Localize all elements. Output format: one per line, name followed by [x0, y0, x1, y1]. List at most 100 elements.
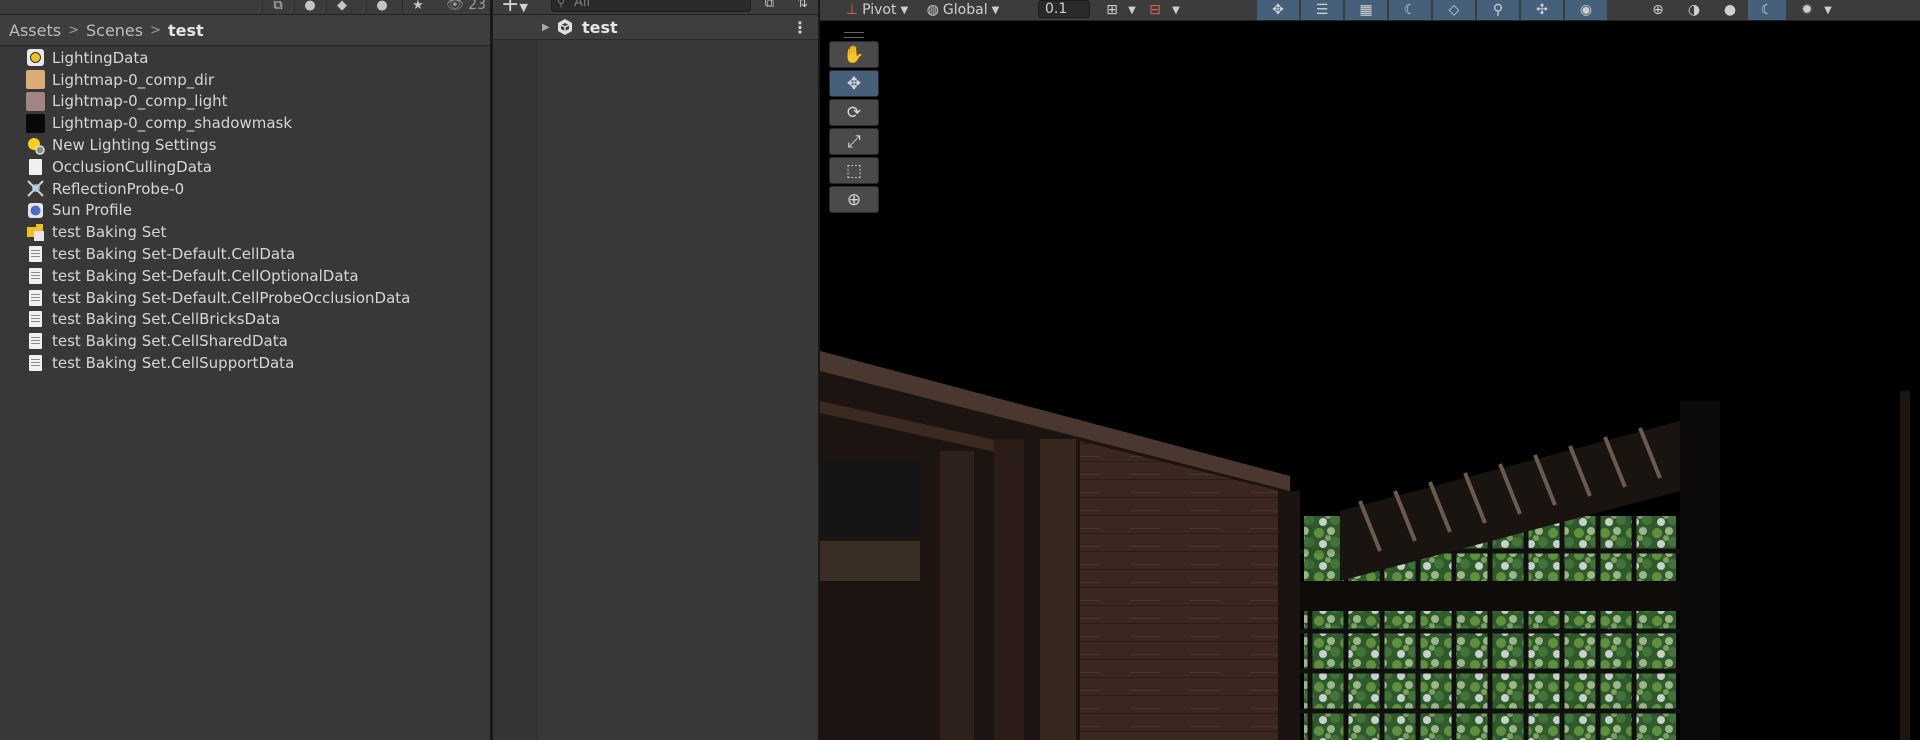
chevron-down-icon[interactable]: ▼ — [1820, 0, 1836, 20]
hierarchy-gutter — [493, 15, 537, 740]
layers-icon[interactable]: ◇ — [1433, 0, 1475, 20]
star-icon[interactable]: ★ — [402, 0, 433, 14]
scene-view: ⊥ Pivot ▼ ◍ Global ▼ 0.1 ⊞ ▼ ⊟ ▼ ✥ ☰ ▦ ☾… — [820, 0, 1920, 740]
move-tool-icon[interactable]: ✥ — [829, 70, 879, 97]
rect-tool-icon[interactable]: ⬚ — [829, 157, 879, 184]
chevron-down-icon: ▼ — [519, 1, 528, 14]
text-document-icon — [26, 332, 45, 351]
file-item[interactable]: test Baking Set.CellSupportData — [0, 352, 490, 374]
move-gizmo-icon[interactable]: ✥ — [1257, 0, 1299, 20]
hierarchy-search-input[interactable]: ⚲ All — [551, 0, 751, 12]
scene-row[interactable]: ▶ test ⋮ — [493, 15, 818, 40]
drag-handle[interactable] — [829, 29, 879, 41]
scene-viewport[interactable]: ✋ ✥ ⟳ ⤢ ⬚ ⊕ — [820, 21, 1920, 740]
transform-tool-icon[interactable]: ⊕ — [829, 186, 879, 213]
more-vertical-icon[interactable]: ⋮ — [792, 18, 808, 37]
chevron-down-icon[interactable]: ▼ — [1168, 0, 1184, 20]
scene-toolbar: ⊥ Pivot ▼ ◍ Global ▼ 0.1 ⊞ ▼ ⊟ ▼ ✥ ☰ ▦ ☾… — [820, 0, 1920, 21]
chevron-down-icon[interactable]: ▼ — [1124, 0, 1140, 20]
lock-icon[interactable]: ⧉ — [262, 0, 293, 14]
breadcrumb-assets[interactable]: Assets — [9, 21, 61, 40]
file-item[interactable]: New Lighting Settings — [0, 134, 490, 156]
file-item[interactable]: OcclusionCullingData — [0, 156, 490, 178]
crescent-icon[interactable]: ☾ — [1389, 0, 1431, 20]
project-toolbar: ⧉ ● ◆ ● ★ 👁 23 — [0, 0, 490, 15]
grid-visibility-icon[interactable]: ⊟ — [1142, 0, 1168, 20]
file-item[interactable]: test Baking Set.CellBricksData — [0, 309, 490, 331]
text-document-icon — [26, 245, 45, 264]
pivot-dropdown[interactable]: ⊥ Pivot ▼ — [842, 0, 912, 20]
file-item[interactable]: test Baking Set.CellSharedData — [0, 330, 490, 352]
file-item[interactable]: Lightmap-0_comp_light — [0, 91, 490, 113]
file-name: OcclusionCullingData — [52, 157, 212, 176]
search-icon[interactable]: ⚲ — [1477, 0, 1519, 20]
breadcrumb-scenes[interactable]: Scenes — [86, 21, 143, 40]
sun-profile-icon — [26, 201, 45, 220]
tag-icon[interactable]: ◆ — [326, 0, 357, 14]
space-label: Global — [942, 2, 988, 18]
file-item[interactable]: test Baking Set-Default.CellProbeOcclusi… — [0, 287, 490, 309]
file-item[interactable]: test Baking Set — [0, 221, 490, 243]
file-item[interactable]: test Baking Set-Default.CellOptionalData — [0, 265, 490, 287]
grid-snap-icon[interactable]: ⊞ — [1100, 0, 1124, 20]
rotate-tool-icon[interactable]: ⟳ — [829, 99, 879, 126]
shaded-wireframe-icon[interactable]: ◑ — [1676, 0, 1712, 20]
file-name: ReflectionProbe-0 — [52, 179, 185, 198]
unity-scene-icon — [558, 19, 572, 35]
text-document-icon — [26, 354, 45, 373]
pivot-label: Pivot — [862, 2, 897, 18]
scene-render — [820, 351, 1910, 740]
reflection-probe-icon — [26, 179, 45, 198]
package-icon[interactable]: ● — [294, 0, 325, 14]
triangle-right-icon[interactable]: ▶ — [542, 22, 550, 33]
hierarchy-toolbar: +▼ ⚲ All ⧉ ⇅ — [493, 0, 818, 17]
document-icon — [26, 157, 45, 176]
breadcrumb-test[interactable]: test — [168, 21, 204, 40]
file-name: Sun Profile — [52, 201, 132, 220]
file-item[interactable]: Lightmap-0_comp_dir — [0, 69, 490, 91]
info-icon[interactable]: ● — [366, 0, 397, 14]
file-item[interactable]: Sun Profile — [0, 200, 490, 222]
scene-name: test — [582, 17, 618, 37]
file-item[interactable]: Lightmap-0_comp_shadowmask — [0, 112, 490, 134]
hand-tool-icon[interactable]: ✋ — [829, 41, 879, 68]
nodes-icon[interactable]: ✣ — [1521, 0, 1563, 20]
text-document-icon — [26, 310, 45, 329]
project-panel: ⧉ ● ◆ ● ★ 👁 23 Assets > Scenes > test Li… — [0, 0, 493, 740]
shaded-sphere-icon[interactable]: ● — [1712, 0, 1748, 20]
snap-increment-input[interactable]: 0.1 — [1038, 0, 1090, 18]
globe-icon: ◍ — [926, 2, 939, 18]
sliders-icon[interactable]: ☰ — [1301, 0, 1343, 20]
visibility-icon[interactable]: ◉ — [1565, 0, 1607, 20]
sort-icon[interactable]: ⇅ — [797, 0, 808, 11]
space-dropdown[interactable]: ◍ Global ▼ — [918, 0, 1008, 20]
chevron-down-icon: ▼ — [991, 4, 1000, 16]
file-name: test Baking Set.CellSupportData — [52, 354, 295, 373]
file-name: test Baking Set.CellBricksData — [52, 310, 281, 329]
file-name: Lightmap-0_comp_dir — [52, 70, 215, 89]
file-name: test Baking Set.CellSharedData — [52, 332, 288, 351]
lighting-settings-icon — [26, 136, 45, 155]
breadcrumb: Assets > Scenes > test — [0, 15, 490, 46]
file-item[interactable]: test Baking Set-Default.CellData — [0, 243, 490, 265]
scale-tool-icon[interactable]: ⤢ — [829, 128, 879, 155]
chevron-right-icon: > — [68, 22, 79, 38]
lighting-mode-icon[interactable]: ☾ — [1748, 0, 1786, 20]
search-placeholder: All — [574, 0, 591, 10]
hidden-count[interactable]: 👁 23 — [446, 0, 486, 13]
grid-pattern-icon[interactable]: ▦ — [1345, 0, 1387, 20]
hidden-count-value: 23 — [468, 0, 486, 13]
debug-bug-icon[interactable]: ✹ — [1794, 0, 1820, 20]
text-document-icon — [26, 288, 45, 307]
file-name: New Lighting Settings — [52, 136, 217, 155]
hierarchy-panel: +▼ ⚲ All ⧉ ⇅ ▶ test ⋮ — [493, 0, 820, 740]
file-item[interactable]: LightingData — [0, 47, 490, 69]
lock-icon[interactable]: ⧉ — [765, 0, 774, 11]
text-document-icon — [26, 266, 45, 285]
wireframe-sphere-icon[interactable]: ⊕ — [1640, 0, 1676, 20]
file-item[interactable]: ReflectionProbe-0 — [0, 178, 490, 200]
chevron-down-icon: ▼ — [900, 4, 909, 16]
baking-set-icon — [26, 223, 45, 242]
texture-swatch-icon — [26, 91, 45, 111]
pivot-icon: ⊥ — [845, 2, 859, 18]
